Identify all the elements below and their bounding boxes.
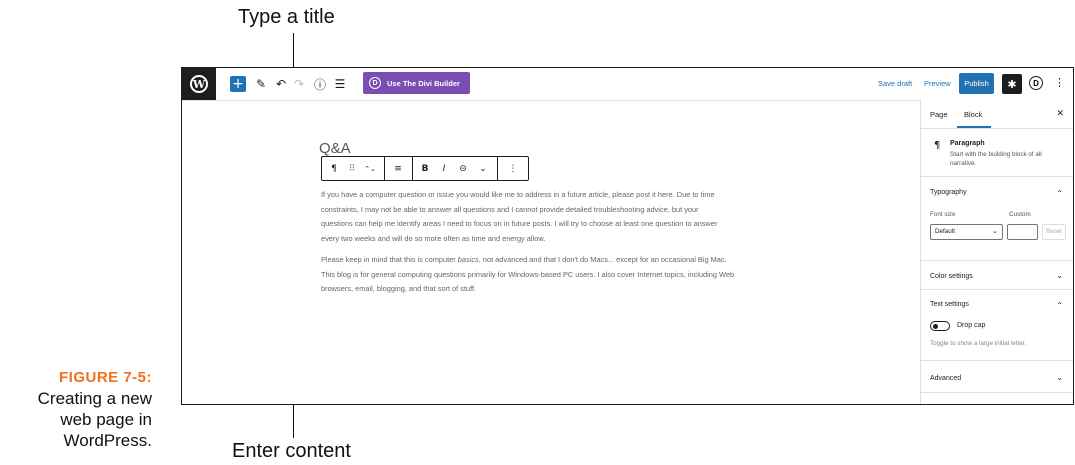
- paragraph-line: questions can help me identify areas I n…: [321, 219, 718, 228]
- settings-gear-icon[interactable]: ✱: [1002, 74, 1022, 94]
- settings-sidebar: Page Block ✕ ¶ Paragraph Start with the …: [920, 100, 1073, 404]
- toolbar-divider: [497, 157, 498, 180]
- color-settings-panel-toggle[interactable]: Color settings: [930, 273, 973, 280]
- preview-link[interactable]: Preview: [924, 79, 951, 88]
- use-divi-builder-button[interactable]: D Use The Divi Builder: [363, 72, 470, 94]
- paragraph-block-2[interactable]: Please keep in mind that this is compute…: [321, 253, 786, 297]
- publish-button[interactable]: Publish: [959, 73, 994, 94]
- figure-label: FIGURE 7-5:: [58, 369, 152, 386]
- block-toolbar: ¶ ⠿ ⌃⌄ ≡ B I ⊝ ⌄ ⋮: [321, 156, 529, 181]
- drag-handle-icon[interactable]: ⠿: [344, 157, 360, 180]
- paragraph-italic-text: basics: [457, 255, 479, 264]
- sidebar-divider: [921, 360, 1073, 361]
- toolbar-divider: [384, 157, 385, 180]
- toggle-knob: [933, 323, 938, 329]
- caption-line-1: Creating a new: [37, 389, 152, 408]
- wordpress-logo-button[interactable]: W: [182, 68, 216, 100]
- chevron-up-icon[interactable]: ⌃: [1056, 301, 1063, 310]
- custom-font-size-input[interactable]: [1007, 224, 1038, 240]
- enter-content-callout: Enter content: [232, 440, 351, 462]
- post-title[interactable]: Q&A: [319, 140, 351, 157]
- divi-d-icon[interactable]: D: [1029, 76, 1043, 90]
- paragraph-line: every two weeks and will do so more ofte…: [321, 233, 546, 243]
- paragraph-block-icon[interactable]: ¶: [324, 157, 344, 180]
- more-options-icon[interactable]: ⋮: [1054, 76, 1065, 89]
- paragraph-line: Please keep in mind that this is compute…: [321, 253, 786, 268]
- outline-list-icon[interactable]: ☰: [333, 75, 347, 93]
- drop-cap-toggle[interactable]: [930, 321, 950, 331]
- undo-icon[interactable]: ↶: [274, 75, 288, 93]
- block-options-icon[interactable]: ⋮: [502, 157, 524, 180]
- save-draft-link[interactable]: Save draft: [878, 79, 912, 88]
- chevron-down-icon[interactable]: ⌄: [1056, 373, 1063, 382]
- redo-icon[interactable]: ↷: [292, 75, 306, 93]
- paragraph-line: constraints, I may not be able to answer…: [321, 204, 699, 214]
- info-icon[interactable]: ⓘ: [313, 75, 327, 93]
- editor-canvas: Q&A ¶ ⠿ ⌃⌄ ≡ B I ⊝ ⌄ ⋮ If you have a com…: [182, 100, 920, 404]
- italic-button[interactable]: I: [435, 157, 453, 180]
- close-sidebar-icon[interactable]: ✕: [1056, 109, 1064, 119]
- text-settings-panel-toggle[interactable]: Text settings: [930, 301, 969, 308]
- caption-line-3: WordPress.: [63, 431, 153, 450]
- more-rich-text-chevron-icon[interactable]: ⌄: [474, 157, 492, 180]
- block-card-description-line-2: narrative.: [950, 160, 977, 167]
- editor-top-toolbar: W + ✎ ↶ ↷ ⓘ ☰ D Use The Divi Builder Sav…: [182, 68, 1073, 101]
- custom-size-label: Custom: [1009, 211, 1031, 218]
- divi-logo-icon: D: [369, 77, 381, 89]
- block-card-description-line-1: Start with the building block of all: [950, 151, 1042, 158]
- chevron-down-icon: ⌄: [992, 227, 998, 235]
- paragraph-block-1[interactable]: If you have a computer question or issue…: [321, 188, 786, 246]
- toolbar-divider: [412, 157, 413, 180]
- sidebar-divider: [921, 260, 1073, 261]
- wordpress-logo-icon: W: [190, 75, 208, 93]
- caption-line-2: web page in: [60, 410, 152, 429]
- tab-page[interactable]: Page: [930, 110, 948, 119]
- edit-pencil-icon[interactable]: ✎: [254, 75, 268, 93]
- type-a-title-callout: Type a title: [238, 6, 335, 28]
- drop-cap-label: Drop cap: [957, 322, 986, 329]
- chevron-up-icon[interactable]: ⌃: [1056, 189, 1063, 198]
- move-up-down-icon[interactable]: ⌃⌄: [360, 157, 380, 180]
- paragraph-block-card-icon: ¶: [934, 140, 941, 151]
- add-block-button[interactable]: +: [230, 76, 246, 92]
- paragraph-line: If you have a computer question or issue…: [321, 190, 715, 199]
- paragraph-text: Please keep in mind that this is compute…: [321, 255, 458, 264]
- sidebar-divider: [921, 176, 1073, 177]
- font-size-select-value: Default: [935, 228, 955, 235]
- paragraph-text: , not advanced and that I don't do Macs.…: [478, 255, 727, 264]
- reset-font-size-button[interactable]: Reset: [1042, 224, 1066, 240]
- block-card-title: Paragraph: [950, 140, 985, 147]
- typography-panel-toggle[interactable]: Typography: [930, 189, 967, 196]
- drop-cap-help-text: Toggle to show a large initial letter.: [930, 340, 1027, 347]
- active-tab-indicator: [957, 126, 991, 128]
- sidebar-divider: [921, 289, 1073, 290]
- sidebar-divider: [921, 392, 1073, 393]
- align-text-icon[interactable]: ≡: [388, 157, 408, 180]
- font-size-select[interactable]: Default ⌄: [930, 224, 1003, 240]
- figure-caption: FIGURE 7-5: Creating a new web page in W…: [0, 367, 152, 451]
- tab-block[interactable]: Block: [964, 110, 982, 119]
- chevron-down-icon[interactable]: ⌄: [1056, 271, 1063, 280]
- advanced-panel-toggle[interactable]: Advanced: [930, 375, 961, 382]
- link-icon[interactable]: ⊝: [454, 157, 472, 180]
- bold-button[interactable]: B: [416, 157, 434, 180]
- paragraph-line: This blog is for general computing quest…: [321, 269, 735, 279]
- divi-button-label: Use The Divi Builder: [387, 78, 460, 88]
- sidebar-tabs: Page Block ✕: [921, 100, 1073, 129]
- wordpress-editor-window: W + ✎ ↶ ↷ ⓘ ☰ D Use The Divi Builder Sav…: [181, 67, 1074, 405]
- paragraph-line: browsers, email, blogging, and that sort…: [321, 284, 477, 293]
- font-size-label: Font size: [930, 211, 956, 218]
